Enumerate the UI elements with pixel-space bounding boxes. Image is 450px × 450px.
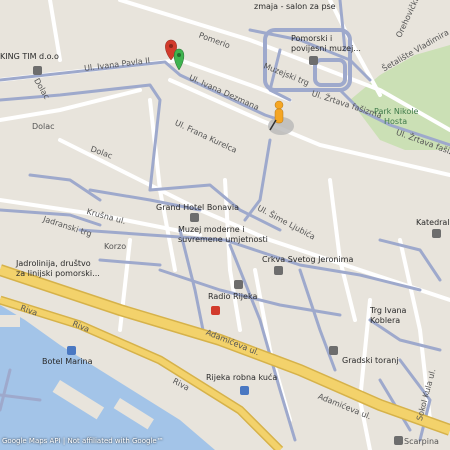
church-icon[interactable] bbox=[274, 266, 283, 275]
poi-label[interactable]: povijesni muzej... bbox=[291, 44, 361, 54]
pier bbox=[0, 315, 20, 327]
map-attribution: Google Maps API | Not affiliated with Go… bbox=[2, 437, 164, 445]
attribution-separator: | bbox=[62, 437, 66, 445]
poi-label[interactable]: suvremene umjetnosti bbox=[178, 235, 268, 245]
tower-icon[interactable] bbox=[329, 346, 338, 355]
restaurant-icon[interactable] bbox=[211, 306, 220, 315]
poi-label[interactable]: Grand Hotel Bonavia bbox=[156, 203, 239, 213]
poi-label[interactable]: za linijski pomorski... bbox=[16, 269, 100, 279]
poi-label[interactable]: KING TIM d.o.o bbox=[0, 52, 59, 62]
cathedral-icon[interactable] bbox=[432, 229, 441, 238]
poi-label[interactable]: Pomorski i bbox=[291, 34, 332, 44]
poi-label[interactable]: Katedrala bbox=[416, 218, 450, 228]
attribution-disclaimer: Not affiliated with Google™ bbox=[67, 437, 164, 445]
museum-icon[interactable] bbox=[309, 56, 318, 65]
poi-label[interactable]: Jadrolinija, društvo bbox=[16, 259, 91, 269]
street-label: Scarpina bbox=[404, 437, 439, 446]
poi-label[interactable]: Botel Marina bbox=[42, 357, 93, 367]
poi-label[interactable]: zmaja - salon za pse bbox=[254, 2, 336, 12]
street-label: Korzo bbox=[104, 242, 127, 251]
poi-label[interactable]: Rijeka robna kuća bbox=[206, 373, 277, 383]
poi-label[interactable]: Radio Rijeka bbox=[208, 292, 257, 302]
museum-icon[interactable] bbox=[190, 213, 199, 222]
map-canvas[interactable]: zmaja - salon za pse Pomorski i povijesn… bbox=[0, 0, 450, 450]
shopping-icon[interactable] bbox=[240, 386, 249, 395]
park-label[interactable]: Park Nikole bbox=[374, 107, 418, 117]
street-label: Dolac bbox=[32, 122, 55, 131]
poi-label[interactable]: Trg Ivana bbox=[370, 306, 406, 316]
poi-label[interactable]: Muzej moderne i bbox=[178, 225, 244, 235]
hotel-icon[interactable] bbox=[67, 346, 76, 355]
business-icon[interactable] bbox=[394, 436, 403, 445]
radio-icon[interactable] bbox=[234, 280, 243, 289]
park-label[interactable]: Hosta bbox=[384, 117, 407, 127]
poi-label[interactable]: Gradski toranj bbox=[342, 356, 399, 366]
business-icon[interactable] bbox=[33, 66, 42, 75]
attribution-link[interactable]: Google Maps API bbox=[2, 437, 61, 445]
poi-label[interactable]: Crkva Svetog Jeronima bbox=[262, 255, 353, 265]
poi-label[interactable]: Koblera bbox=[370, 316, 400, 326]
